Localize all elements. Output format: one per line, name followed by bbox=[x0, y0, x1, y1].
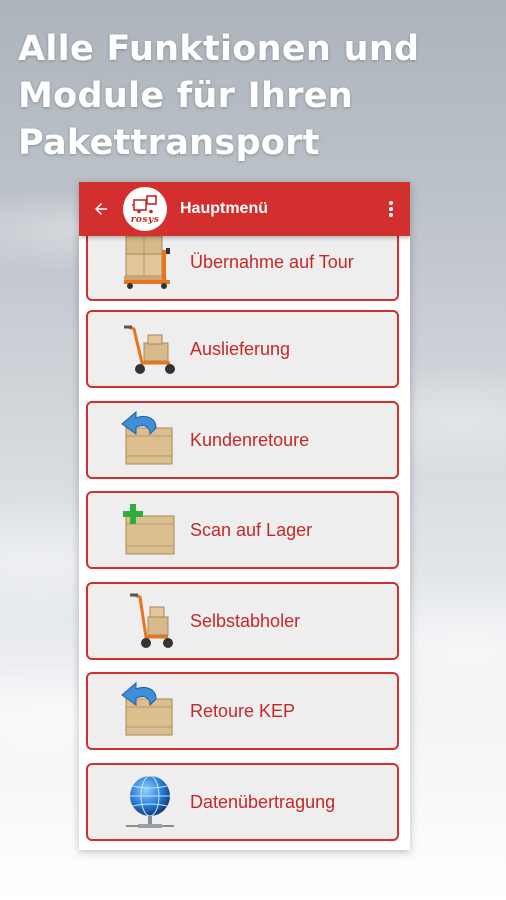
menu-item-scan-auf-lager[interactable]: Scan auf Lager bbox=[86, 491, 399, 569]
screen-title: Hauptmenü bbox=[180, 200, 268, 217]
overflow-menu-button[interactable] bbox=[372, 182, 410, 236]
menu-item-label: Scan auf Lager bbox=[190, 519, 313, 540]
pallet-jack-boxes-icon bbox=[118, 236, 182, 294]
menu-item-label: Retoure KEP bbox=[190, 700, 296, 721]
back-button[interactable] bbox=[79, 182, 123, 236]
menu-item-auslieferung[interactable]: Auslieferung bbox=[86, 310, 399, 388]
main-menu-list: Übernahme auf Tour Auslieferung Kundenre… bbox=[79, 236, 410, 850]
promo-headline: Alle Funktionen und Module für Ihren Pak… bbox=[18, 29, 420, 163]
app-screen: rosys Hauptmenü Übernahme auf Tour Ausli… bbox=[79, 182, 410, 850]
app-bar: rosys Hauptmenü bbox=[79, 182, 410, 236]
menu-item-label: Datenübertragung bbox=[190, 791, 336, 812]
arrow-left-icon bbox=[95, 203, 107, 215]
globe-network-icon bbox=[118, 770, 182, 834]
menu-item-uebernahme-auf-tour[interactable]: Übernahme auf Tour bbox=[86, 236, 399, 301]
logo-text: rosys bbox=[130, 214, 160, 225]
menu-item-label: Selbstabholer bbox=[190, 610, 301, 631]
menu-item-kundenretoure[interactable]: Kundenretoure bbox=[86, 401, 399, 479]
hand-truck-icon bbox=[118, 589, 182, 653]
more-vertical-icon bbox=[389, 201, 393, 217]
menu-item-label: Auslieferung bbox=[190, 338, 291, 359]
menu-item-datenuebertragung[interactable]: Datenübertragung bbox=[86, 763, 399, 841]
hand-truck-icon bbox=[118, 317, 182, 381]
box-return-arrow-icon bbox=[118, 679, 182, 743]
box-add-plus-icon bbox=[118, 498, 182, 562]
menu-item-selbstabholer[interactable]: Selbstabholer bbox=[86, 582, 399, 660]
menu-item-label: Übernahme auf Tour bbox=[190, 251, 354, 272]
box-return-arrow-icon bbox=[118, 408, 182, 472]
menu-item-retoure-kep[interactable]: Retoure KEP bbox=[86, 672, 399, 750]
logo-mark-icon bbox=[132, 194, 157, 213]
menu-item-label: Kundenretoure bbox=[190, 429, 310, 450]
app-logo: rosys bbox=[123, 187, 167, 231]
